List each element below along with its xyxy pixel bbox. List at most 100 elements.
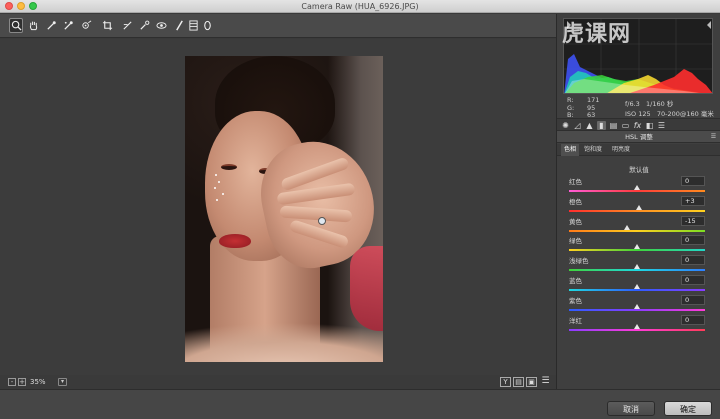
slider-track[interactable] (569, 229, 705, 232)
rgb-readout: R: 171 G: 95 B: 63 (567, 96, 607, 120)
photo-sparkle (215, 174, 217, 176)
hsl-subtabs: 色相 饱和度 明亮度 (557, 144, 720, 156)
slider-label: 红色 (569, 178, 582, 186)
white-balance-tool-icon[interactable] (44, 18, 58, 33)
basic-panel-icon[interactable]: ✺ (561, 121, 570, 130)
slider-value-input[interactable]: 0 (681, 275, 705, 285)
presets-panel-icon[interactable]: ☰ (657, 121, 666, 130)
slider-label: 橙色 (569, 197, 582, 206)
camera-info: R: 171 G: 95 B: 63 f/6.3 1/160 秒 ISO 125 70… (563, 96, 715, 120)
photo-top (185, 311, 383, 362)
window-title: Camera Raw (HUA_6926.JPG) (301, 2, 419, 11)
portrait-photo[interactable] (185, 56, 383, 362)
photo-sparkle (218, 181, 220, 183)
slider-track[interactable] (569, 249, 705, 252)
ok-button[interactable]: 确定 (664, 401, 712, 416)
fullscreen-toggle-icon[interactable] (543, 20, 553, 30)
slider-value-input[interactable]: -15 (681, 215, 705, 226)
targeted-adjustment-tool-icon[interactable] (79, 18, 93, 33)
zoom-in-button[interactable]: + (18, 378, 26, 386)
zoom-dropdown-chevron-icon[interactable]: ▾ (58, 378, 67, 386)
hand-tool-icon[interactable] (26, 18, 40, 33)
iso-value: ISO 125 (625, 110, 651, 118)
straighten-tool-icon[interactable] (120, 18, 134, 33)
slider-thumb[interactable] (634, 264, 640, 270)
slider-value-input[interactable]: 0 (681, 255, 705, 266)
radial-filter-tool-icon[interactable] (200, 18, 214, 33)
photo-eye-left (221, 164, 237, 170)
slider-value-input[interactable]: 0 (681, 176, 705, 186)
slider-value-input[interactable]: 0 (681, 294, 705, 305)
zoom-out-button[interactable]: - (8, 378, 16, 386)
exif-readout: f/6.3 1/160 秒 ISO 125 70-200@160 毫米 (625, 99, 715, 119)
tab-saturation[interactable]: 饱和度 (581, 144, 605, 156)
tab-hue[interactable]: 色相 (561, 144, 579, 156)
color-sampler-tool-icon[interactable] (61, 18, 75, 33)
aperture-value: f/6.3 (625, 100, 640, 108)
photo-lips (219, 234, 251, 248)
hsl-slider-row: 洋红 0 (557, 314, 720, 337)
effects-panel-icon[interactable]: fx (633, 121, 642, 130)
adjustment-brush-tool-icon[interactable] (172, 18, 186, 33)
zoom-tool-icon[interactable] (9, 18, 23, 33)
tone-curve-panel-icon[interactable]: ◿ (573, 121, 582, 130)
slider-thumb[interactable] (634, 323, 640, 329)
panel-header: HSL 调整 ☰ (557, 131, 720, 143)
lens-value: 70-200@160 毫米 (656, 110, 714, 118)
slider-label: 绿色 (569, 237, 582, 246)
panel-title: HSL 调整 (625, 133, 653, 141)
slider-label: 洋红 (569, 316, 582, 325)
slider-value-input[interactable]: 0 (681, 314, 705, 325)
hsl-panel-icon[interactable]: ▮ (597, 121, 606, 130)
slider-thumb[interactable] (634, 284, 640, 289)
slider-value-input[interactable]: 0 (681, 235, 705, 246)
red-eye-tool-icon[interactable] (154, 18, 168, 33)
zoom-level[interactable]: 35% (30, 377, 56, 387)
shutter-value: 1/160 秒 (646, 100, 674, 108)
photo-sparkle (216, 199, 218, 201)
detail-panel-icon[interactable]: ▲ (585, 121, 594, 130)
slider-thumb[interactable] (634, 185, 640, 190)
slider-track[interactable] (569, 190, 705, 192)
cancel-button[interactable]: 取消 (607, 401, 655, 416)
tab-luminance[interactable]: 明亮度 (609, 144, 633, 156)
slider-track[interactable] (569, 209, 705, 212)
photo-sparkle (214, 187, 216, 189)
slider-track[interactable] (569, 328, 705, 331)
crop-tool-icon[interactable] (100, 18, 114, 33)
before-after-view-button[interactable]: Y (500, 377, 511, 387)
adjustment-panel: R: 171 G: 95 B: 63 f/6.3 1/160 秒 ISO 125 70… (556, 14, 720, 389)
view-menu-icon[interactable]: ☰ (540, 377, 551, 387)
copy-settings-view-button[interactable]: ▣ (526, 377, 537, 387)
status-bar: - + 35% ▾ Y ▤ ▣ ☰ (0, 375, 556, 389)
slider-track[interactable] (569, 308, 705, 311)
default-button[interactable]: 默认值 (557, 164, 720, 174)
camera-raw-window: Camera Raw (HUA_6926.JPG) - + 35% ▾ Y ▤ … (0, 0, 720, 419)
slider-thumb[interactable] (636, 204, 643, 210)
dialog-footer: 取消 确定 (0, 389, 720, 419)
slider-label: 黄色 (569, 217, 582, 226)
slider-thumb[interactable] (623, 224, 630, 230)
slider-label: 浅绿色 (569, 257, 589, 266)
title-bar: Camera Raw (HUA_6926.JPG) (0, 0, 720, 13)
slider-value-input[interactable]: +3 (681, 195, 705, 206)
swap-view-button[interactable]: ▤ (513, 377, 524, 387)
image-preview-area[interactable] (0, 39, 556, 375)
split-toning-panel-icon[interactable]: ▤ (609, 121, 618, 130)
spot-removal-tool-icon[interactable] (137, 18, 151, 33)
watermark-logo: 虎课网 (562, 22, 632, 47)
panel-tab-icons: ✺ ◿ ▲ ▮ ▤ ▭ fx ◧ ☰ (557, 118, 720, 131)
photo-sparkle (222, 193, 224, 195)
photo-red-flower (350, 246, 383, 331)
lens-corrections-panel-icon[interactable]: ▭ (621, 121, 630, 130)
camera-calibration-panel-icon[interactable]: ◧ (645, 121, 654, 130)
panel-menu-icon[interactable]: ☰ (710, 134, 717, 140)
photo-ring (318, 217, 326, 225)
slider-thumb[interactable] (634, 303, 640, 309)
slider-track[interactable] (569, 269, 705, 272)
graduated-filter-tool-icon[interactable] (186, 18, 200, 33)
slider-track[interactable] (569, 289, 705, 291)
slider-thumb[interactable] (634, 244, 640, 250)
slider-label: 蓝色 (569, 277, 582, 285)
slider-label: 紫色 (569, 296, 582, 305)
